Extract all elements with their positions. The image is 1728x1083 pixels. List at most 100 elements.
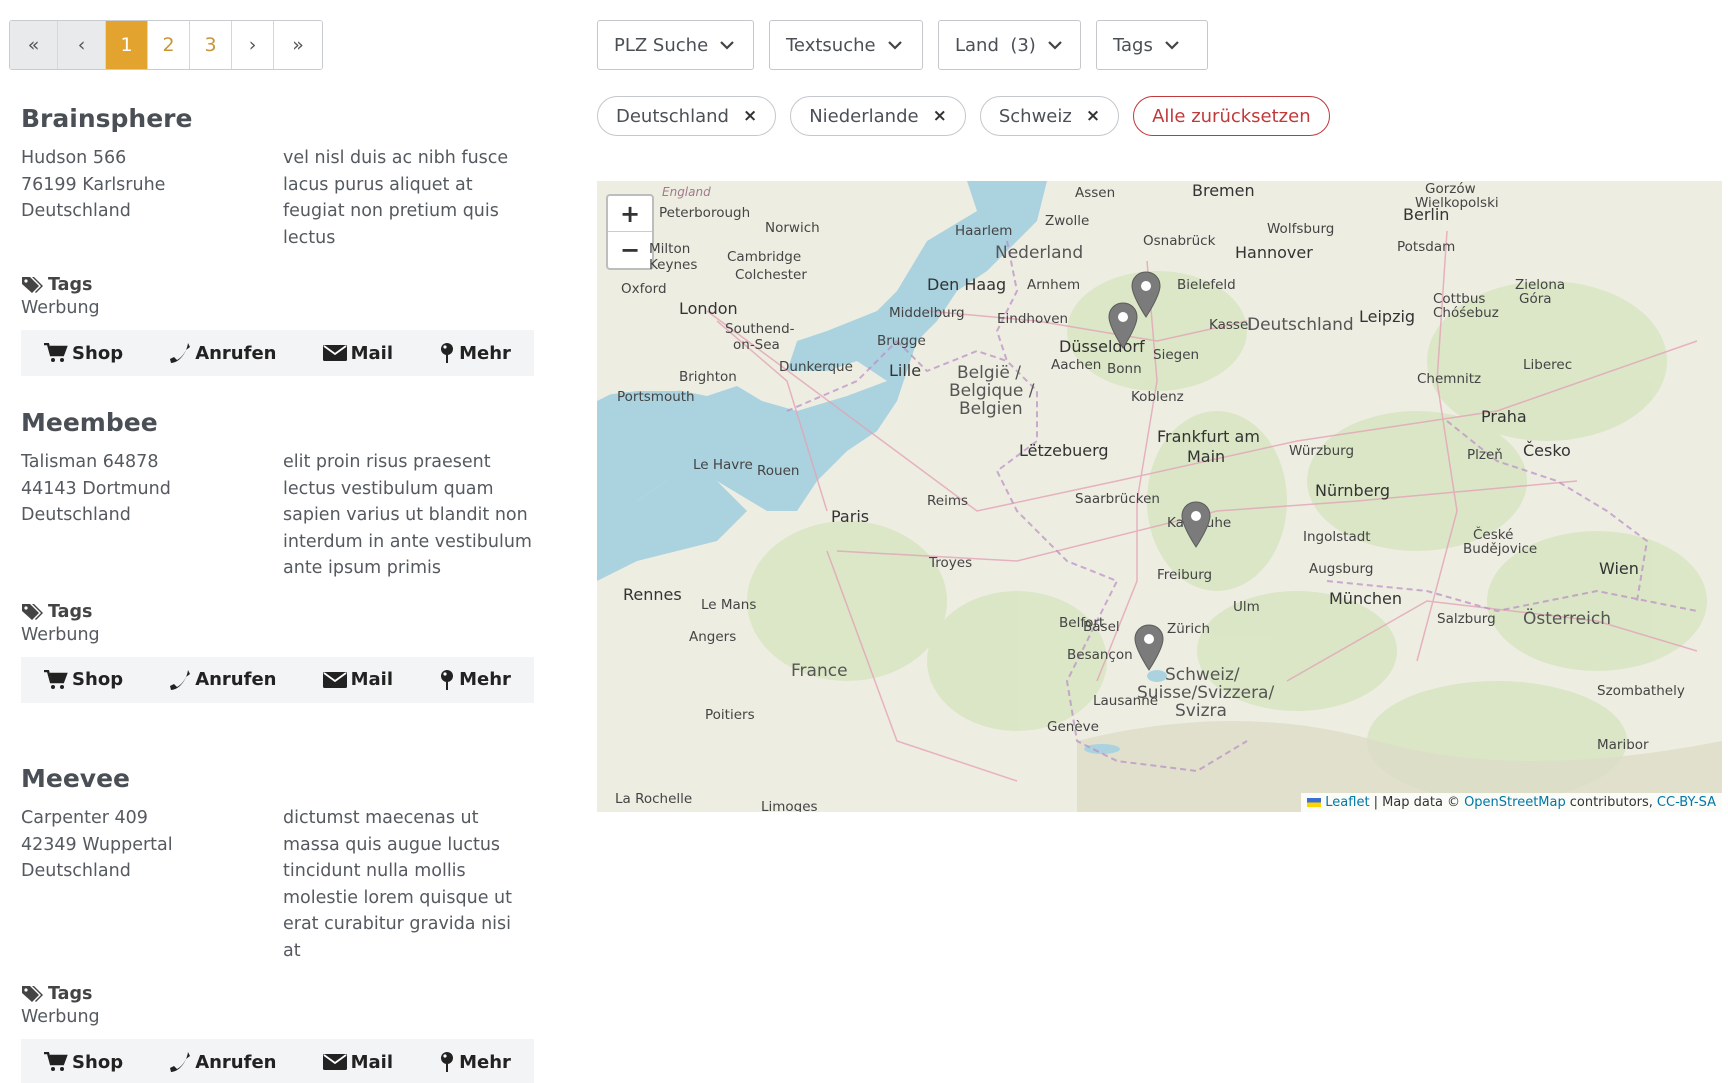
map-marker[interactable] <box>1108 302 1138 350</box>
map-label: Dunkerque <box>779 359 853 375</box>
mail-icon <box>322 671 347 688</box>
tags-heading: Tags <box>21 602 534 622</box>
map-label: Eindhoven <box>997 311 1069 327</box>
map-label: Bremen <box>1192 181 1255 200</box>
call-button[interactable]: Anrufen <box>169 1051 276 1073</box>
map-label: Oxford <box>621 281 667 297</box>
map-label: Ingolstadt <box>1303 529 1371 545</box>
mail-button[interactable]: Mail <box>322 343 393 364</box>
listing-title: Brainsphere <box>21 104 193 133</box>
map-label: Brighton <box>679 369 737 385</box>
remove-filter-icon[interactable]: × <box>1086 106 1100 126</box>
chevron-down-icon <box>720 40 734 50</box>
listing-title: Meembee <box>21 408 158 437</box>
tags-dropdown[interactable]: Tags <box>1096 20 1208 70</box>
next-page-button[interactable]: › <box>232 21 274 69</box>
map-label: Middelburg <box>889 305 965 321</box>
map-label: Hannover <box>1235 243 1313 262</box>
reset-all-button[interactable]: Alle zurücksetzen <box>1133 96 1330 136</box>
license-link[interactable]: CC-BY-SA <box>1657 795 1716 810</box>
mail-button[interactable]: Mail <box>322 669 393 690</box>
map[interactable]: + − England Peterborough Norwich Milton … <box>597 181 1722 812</box>
listing-address: Talisman 64878 44143 Dortmund Deutschlan… <box>21 449 283 582</box>
tags-heading: Tags <box>21 984 534 1004</box>
zoom-in-button[interactable]: + <box>608 196 652 232</box>
address-street: Talisman 64878 <box>21 452 159 472</box>
tags-label: Tags <box>48 275 93 295</box>
map-label: Wien <box>1599 559 1639 578</box>
country-dropdown[interactable]: Land (3) <box>938 20 1081 70</box>
map-label: Lëtzebuerg <box>1019 441 1109 460</box>
map-label: Österreich <box>1523 609 1611 629</box>
last-page-button[interactable]: » <box>274 21 322 69</box>
page-1-button[interactable]: 1 <box>106 21 148 69</box>
map-label: Česko <box>1523 441 1571 460</box>
map-label: Angers <box>689 629 737 645</box>
map-label: Wolfsburg <box>1267 221 1335 237</box>
listing-actions: Shop Anrufen Mail Mehr <box>21 330 534 376</box>
map-label: Colchester <box>735 267 807 283</box>
pagination: « ‹ 1 2 3 › » <box>9 20 323 70</box>
page-3-button[interactable]: 3 <box>190 21 232 69</box>
tags-heading: Tags <box>21 275 534 295</box>
map-label: Bielefeld <box>1177 277 1236 293</box>
map-label: Kassel <box>1209 317 1253 333</box>
map-label: Saarbrücken <box>1075 491 1160 507</box>
map-label: Lausanne <box>1093 693 1159 709</box>
shop-button[interactable]: Shop <box>44 1052 123 1073</box>
cart-icon <box>44 1052 68 1071</box>
listing-description: dictumst maecenas ut massa quis augue lu… <box>283 808 512 961</box>
more-button[interactable]: Mehr <box>439 342 511 364</box>
map-label: Rennes <box>623 585 682 604</box>
filter-chip-schweiz: Schweiz × <box>979 96 1120 136</box>
more-button[interactable]: Mehr <box>439 1051 511 1073</box>
map-label: Den Haag <box>927 275 1007 294</box>
shop-button[interactable]: Shop <box>44 343 123 364</box>
osm-link[interactable]: OpenStreetMap <box>1464 795 1566 810</box>
filter-chip-deutschland: Deutschland × <box>597 96 777 136</box>
tags-icon <box>22 277 43 293</box>
map-marker[interactable] <box>1181 501 1211 549</box>
mail-icon <box>322 1054 347 1070</box>
plz-search-dropdown[interactable]: PLZ Suche <box>597 20 754 70</box>
active-filters: Deutschland × Niederlande × Schweiz × Al… <box>597 96 1330 136</box>
map-pin-icon <box>441 343 454 363</box>
first-page-button[interactable]: « <box>10 21 58 69</box>
text-search-dropdown[interactable]: Textsuche <box>769 20 923 70</box>
map-label: Limoges <box>761 799 818 812</box>
map-label: Budějovice <box>1463 541 1538 557</box>
map-label: Haarlem <box>955 223 1013 239</box>
chevron-down-icon <box>1048 40 1062 50</box>
listing-address: Hudson 566 76199 Karlsruhe Deutschland <box>21 145 283 251</box>
zoom-out-button[interactable]: − <box>608 232 652 268</box>
remove-filter-icon[interactable]: × <box>933 106 947 126</box>
map-marker[interactable] <box>1134 624 1164 672</box>
listing-address: Carpenter 409 42349 Wuppertal Deutschlan… <box>21 805 283 964</box>
shop-button[interactable]: Shop <box>44 669 123 690</box>
page-2-button[interactable]: 2 <box>148 21 190 69</box>
cart-icon <box>44 669 68 689</box>
leaflet-link[interactable]: Leaflet <box>1325 795 1369 810</box>
map-pin-icon <box>441 1052 454 1072</box>
map-label: Basel <box>1083 619 1120 635</box>
map-label: Koblenz <box>1131 389 1184 405</box>
map-label: France <box>791 661 848 681</box>
call-button[interactable]: Anrufen <box>169 669 276 691</box>
call-button[interactable]: Anrufen <box>169 342 276 364</box>
map-label: Bonn <box>1107 361 1142 377</box>
map-label: Würzburg <box>1289 443 1355 459</box>
map-label: Arnhem <box>1027 277 1081 293</box>
map-label: Augsburg <box>1309 561 1374 577</box>
map-label: Norwich <box>765 220 820 236</box>
remove-filter-icon[interactable]: × <box>743 106 757 126</box>
map-label: England <box>662 185 711 199</box>
listing-card: Brainsphere Hudson 566 76199 Karlsruhe D… <box>21 104 534 376</box>
mail-button[interactable]: Mail <box>322 1052 393 1073</box>
map-label: Freiburg <box>1157 567 1213 583</box>
prev-page-button[interactable]: ‹ <box>58 21 106 69</box>
map-label: Cambridge <box>727 249 802 265</box>
address-country: Deutschland <box>21 505 131 525</box>
more-button[interactable]: Mehr <box>439 669 511 691</box>
map-label: Portsmouth <box>617 389 695 405</box>
map-label: Chemnitz <box>1417 371 1482 387</box>
